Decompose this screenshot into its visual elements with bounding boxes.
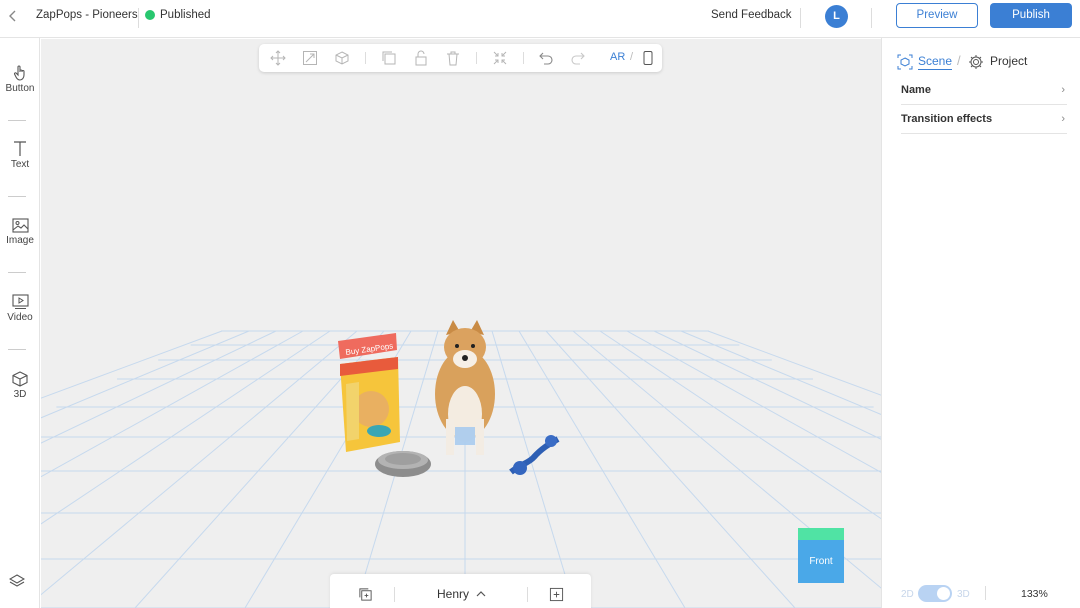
divider: [394, 587, 395, 602]
view-cube[interactable]: Front: [798, 528, 844, 583]
row-label: Name: [901, 84, 931, 96]
chevron-right-icon: ›: [1061, 84, 1065, 96]
zoom-level[interactable]: 133%: [1021, 588, 1048, 600]
view-cube-front[interactable]: Front: [798, 540, 844, 583]
transition-effects-row[interactable]: Transition effects ›: [901, 105, 1067, 134]
divider: [8, 349, 26, 350]
cube-icon: [12, 371, 28, 387]
phone-icon[interactable]: [640, 50, 656, 66]
tool-image[interactable]: Image: [0, 218, 40, 246]
move-icon[interactable]: [270, 50, 286, 66]
view-cube-top[interactable]: [798, 528, 844, 540]
image-icon: [11, 218, 29, 233]
transform-toolbar: AR /: [259, 44, 662, 72]
gear-icon[interactable]: [968, 54, 984, 70]
row-label: Transition effects: [901, 113, 993, 125]
send-feedback-link[interactable]: Send Feedback: [711, 9, 792, 21]
scene-selector[interactable]: Henry: [437, 587, 469, 601]
ar-separator: /: [630, 51, 634, 63]
divider: [365, 52, 366, 64]
undo-icon[interactable]: [538, 50, 554, 66]
rotate-icon[interactable]: [334, 50, 350, 66]
tool-button[interactable]: Button: [0, 64, 40, 94]
divider: [527, 587, 528, 602]
food-bowl[interactable]: [375, 451, 431, 477]
scale-icon[interactable]: [302, 50, 318, 66]
toggle-2d-label: 2D: [901, 589, 914, 600]
tool-label: Image: [6, 235, 34, 246]
buy-zappops-button-3d[interactable]: Buy ZapPops: [338, 333, 397, 359]
tool-video[interactable]: Video: [0, 294, 40, 323]
status-dot-icon: [145, 10, 155, 20]
duplicate-icon[interactable]: [381, 50, 397, 66]
chevron-left-icon[interactable]: [6, 9, 20, 23]
scene-canvas[interactable]: Buy ZapPops AR / Front Henry: [41, 39, 881, 608]
tool-label: Video: [7, 312, 33, 323]
tool-label: Text: [10, 159, 30, 170]
tool-label: 3D: [13, 389, 27, 400]
tool-text[interactable]: Text: [0, 140, 40, 170]
chevron-up-icon[interactable]: [476, 590, 486, 598]
top-bar: ZapPops - Pioneers Published Send Feedba…: [0, 0, 1080, 38]
divider: [8, 196, 26, 197]
chevron-right-icon: ›: [1061, 113, 1065, 125]
dog-model[interactable]: [435, 320, 495, 455]
ar-toggle[interactable]: AR: [610, 51, 625, 63]
add-scene-icon[interactable]: [549, 587, 564, 602]
text-icon: [14, 141, 26, 156]
unlock-icon[interactable]: [413, 50, 429, 66]
publish-button[interactable]: Publish: [990, 3, 1072, 28]
tool-3d[interactable]: 3D: [0, 371, 40, 400]
2d-3d-toggle[interactable]: [918, 585, 952, 602]
scene-dock: Henry: [330, 574, 591, 608]
ground-grid: Buy ZapPops: [41, 320, 881, 608]
divider: [8, 120, 26, 121]
divider: [476, 52, 477, 64]
video-icon: [11, 294, 29, 309]
toggle-3d-label: 3D: [957, 589, 970, 600]
collapse-icon[interactable]: [492, 50, 508, 66]
publish-status: Published: [160, 9, 211, 21]
hand-pointer-icon: [13, 65, 25, 81]
avatar[interactable]: L: [825, 5, 848, 28]
name-row[interactable]: Name ›: [901, 76, 1067, 105]
scene-icon: [897, 54, 913, 70]
divider: [871, 8, 872, 28]
duplicate-scene-icon[interactable]: [358, 587, 373, 602]
redo-icon[interactable]: [570, 50, 586, 66]
delete-icon[interactable]: [445, 50, 461, 66]
divider: [8, 272, 26, 273]
preview-button[interactable]: Preview: [896, 3, 978, 28]
divider: [985, 586, 986, 600]
tab-scene[interactable]: Scene: [918, 54, 953, 70]
divider: [523, 52, 524, 64]
divider: [800, 8, 801, 28]
properties-panel: Scene / Project Name › Transition effect…: [881, 38, 1080, 608]
toggle-knob: [937, 587, 950, 600]
project-title[interactable]: ZapPops - Pioneers: [36, 9, 138, 21]
layers-icon[interactable]: [9, 573, 25, 589]
left-toolbar: Button Text Image Video 3D: [0, 38, 40, 608]
tool-label: Button: [5, 83, 35, 94]
divider: [138, 8, 139, 28]
tab-project[interactable]: Project: [990, 54, 1027, 68]
rope-toy-model[interactable]: [509, 435, 560, 475]
tab-separator: /: [957, 53, 961, 68]
cereal-box-model[interactable]: [340, 357, 400, 452]
